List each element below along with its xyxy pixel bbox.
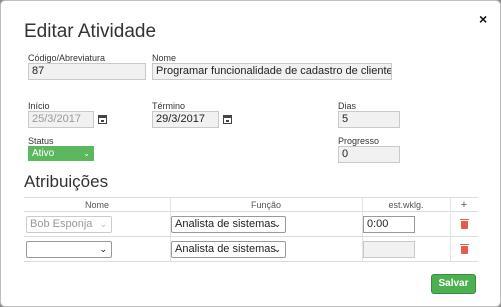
- codigo-field[interactable]: 87: [28, 63, 146, 80]
- calendar-icon[interactable]: [98, 115, 107, 124]
- column-header-est: est.wklg.: [388, 200, 424, 210]
- progresso-field[interactable]: 0: [338, 146, 400, 163]
- table-top-border: [24, 197, 478, 198]
- inicio-field: 25/3/2017: [28, 111, 94, 128]
- funcao-value: Analista de sistemas: [175, 218, 276, 230]
- termino-field[interactable]: 29/3/2017: [152, 111, 219, 128]
- nome-label: Nome: [152, 53, 177, 63]
- codigo-label: Código/Abreviatura: [28, 53, 106, 63]
- progresso-label: Progresso: [338, 136, 380, 146]
- funcao-value: Analista de sistemas: [175, 243, 276, 255]
- chevron-down-icon: ⌄: [99, 219, 107, 229]
- header-divider: [24, 211, 478, 212]
- close-icon[interactable]: ×: [479, 12, 487, 26]
- row-divider: [24, 261, 478, 262]
- chevron-down-icon: ⌄: [273, 244, 281, 254]
- termino-label: Término: [152, 101, 186, 111]
- edit-activity-modal: Editar Atividade × Código/Abreviatura 87…: [0, 0, 501, 307]
- column-header-nome: Nome: [84, 200, 109, 210]
- funcao-select-row1[interactable]: Analista de sistemas ⌄: [171, 216, 286, 233]
- save-button[interactable]: Salvar: [431, 274, 476, 294]
- add-row-button[interactable]: +: [450, 200, 478, 211]
- atribuicoes-title: Atribuições: [24, 172, 109, 191]
- nome-select-row1: Bob Esponja ⌄: [26, 216, 112, 233]
- status-label: Status: [28, 136, 54, 146]
- trash-icon[interactable]: [460, 244, 469, 254]
- calendar-icon[interactable]: [223, 115, 232, 124]
- nome-field[interactable]: Programar funcionalidade de cadastro de …: [152, 63, 392, 80]
- status-select[interactable]: Ativo ⌄: [28, 146, 94, 161]
- chevron-down-icon: ⌄: [273, 219, 281, 229]
- chevron-down-icon: ⌄: [83, 149, 90, 158]
- est-field-row2: [363, 241, 415, 258]
- est-field-row1[interactable]: 0:00: [363, 216, 415, 233]
- chevron-down-icon: ⌄: [99, 244, 107, 254]
- modal-title: Editar Atividade: [24, 21, 157, 42]
- nome-select-row2[interactable]: ⌄: [26, 241, 112, 258]
- dias-field[interactable]: 5: [338, 111, 400, 128]
- column-header-funcao: Função: [250, 200, 282, 210]
- row-divider: [24, 236, 478, 237]
- funcao-select-row2[interactable]: Analista de sistemas ⌄: [171, 241, 286, 258]
- status-value: Ativo: [32, 148, 55, 159]
- dias-label: Dias: [338, 101, 357, 111]
- inicio-label: Início: [28, 101, 50, 111]
- nome-value: Bob Esponja: [30, 218, 93, 230]
- trash-icon[interactable]: [460, 219, 469, 229]
- column-divider: [450, 197, 451, 262]
